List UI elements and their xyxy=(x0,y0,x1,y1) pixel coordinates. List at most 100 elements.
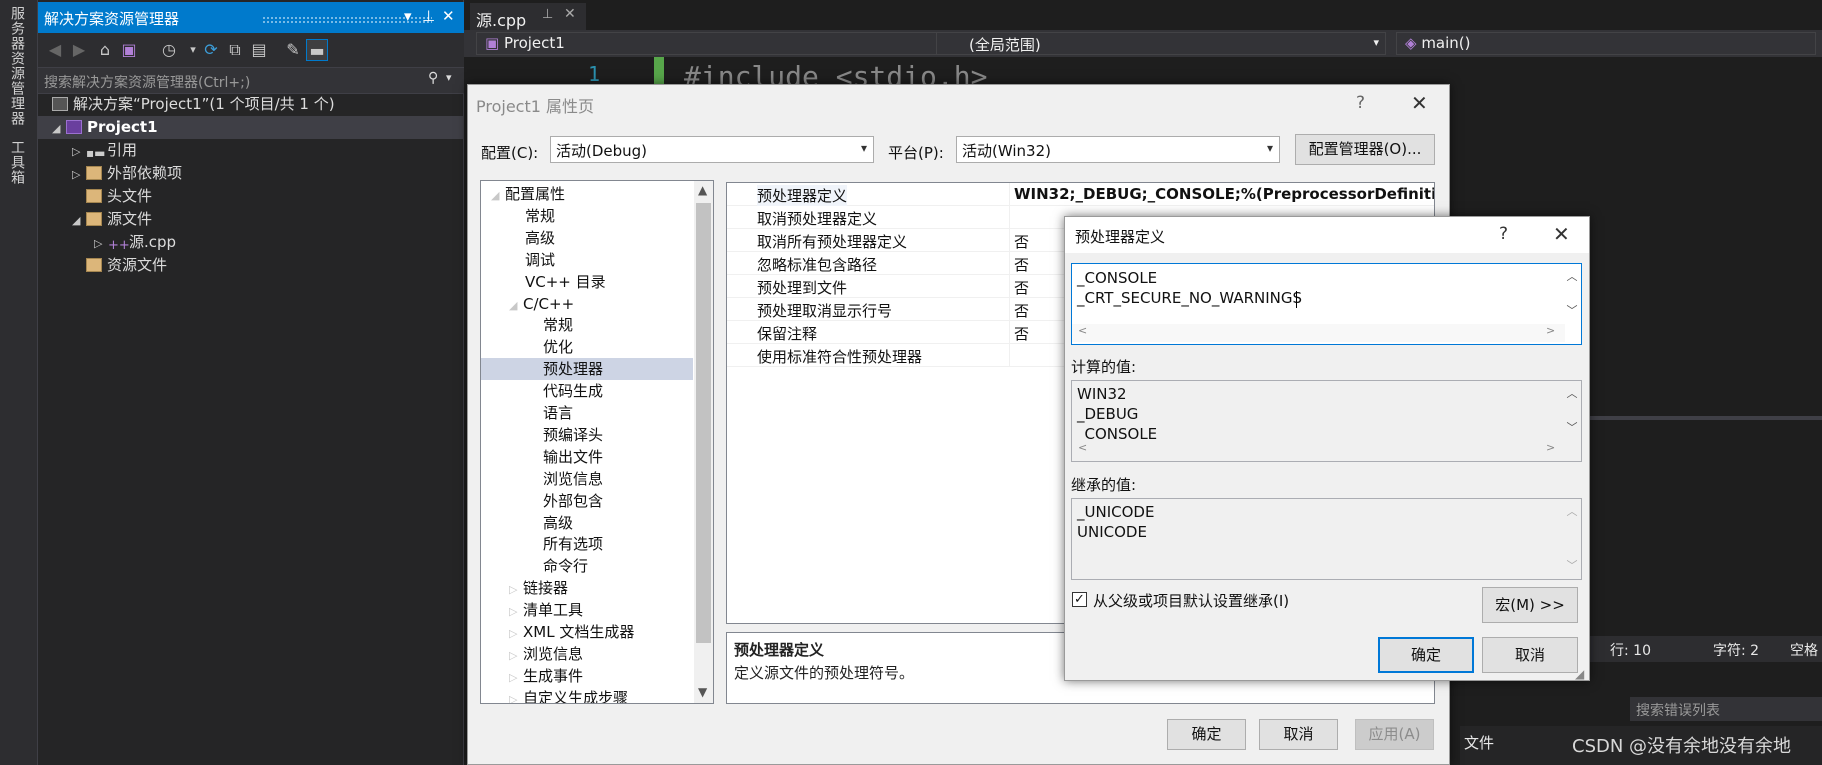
collapse-triangle-icon[interactable]: ◢ xyxy=(491,185,505,207)
close-icon[interactable]: ✕ xyxy=(564,6,576,22)
config-combo[interactable]: 活动(Debug) ▾ xyxy=(550,136,874,163)
macros-button[interactable]: 宏(M) >> xyxy=(1482,587,1578,623)
tree-item-references[interactable]: ▷ ▪▬ 引用 xyxy=(72,139,137,162)
tree-item[interactable]: 浏览信息 xyxy=(481,468,693,490)
config-manager-button[interactable]: 配置管理器(O)... xyxy=(1295,134,1435,165)
expand-triangle-icon[interactable]: ▷ xyxy=(509,601,523,623)
pin-icon[interactable]: ⊥ xyxy=(422,7,435,25)
tree-item[interactable]: 优化 xyxy=(481,336,693,358)
scroll-thumb[interactable] xyxy=(696,203,711,643)
cancel-button[interactable]: 取消 xyxy=(1259,719,1338,750)
edit-vscroll[interactable]: ︿ ﹀ xyxy=(1563,264,1581,324)
editor-tab-source-cpp[interactable]: 源.cpp ⊥ ✕ xyxy=(470,3,586,30)
search-icon[interactable]: ⚲ xyxy=(428,70,438,86)
tree-item-solution[interactable]: 解决方案“Project1”(1 个项目/共 1 个) xyxy=(52,93,335,116)
refresh-icon[interactable]: ⟳ xyxy=(200,39,222,61)
tree-scrollbar[interactable]: ▲ ▼ xyxy=(694,181,713,703)
computed-vscroll[interactable]: ︿ ﹀ xyxy=(1563,381,1581,441)
expand-triangle-icon[interactable]: ▷ xyxy=(509,623,523,645)
expand-triangle-icon[interactable]: ▷ xyxy=(94,232,108,255)
tree-item-project[interactable]: ◢ Project1 xyxy=(38,116,464,139)
tree-item[interactable]: 输出文件 xyxy=(481,446,693,468)
tree-item-external-deps[interactable]: ▷ 外部依赖项 xyxy=(72,162,182,185)
ok-button[interactable]: 确定 xyxy=(1167,719,1246,750)
tree-item[interactable]: 高级 xyxy=(481,512,693,534)
expand-triangle-icon[interactable]: ▷ xyxy=(72,163,86,186)
tree-item[interactable]: 常规 xyxy=(481,314,693,336)
tree-item[interactable]: ▷ 生成事件 xyxy=(481,665,693,687)
scroll-up-icon[interactable]: ▲ xyxy=(698,183,707,197)
tree-item-source-cpp[interactable]: ▷ ++源.cpp xyxy=(94,231,176,254)
scroll-down-icon[interactable]: ▼ xyxy=(698,685,707,699)
properties-wrench-icon[interactable]: ✎ xyxy=(282,39,304,61)
server-explorer-tab[interactable]: 服务器资源管理器 xyxy=(7,6,27,126)
tree-item-resource-files[interactable]: 资源文件 xyxy=(86,254,167,277)
pin-icon[interactable]: ⊥ xyxy=(542,7,553,22)
expand-triangle-icon[interactable]: ▷ xyxy=(509,645,523,667)
property-value[interactable]: 否 xyxy=(1014,300,1029,321)
cancel-button[interactable]: 取消 xyxy=(1482,637,1578,673)
edit-hscroll[interactable]: < > xyxy=(1072,324,1565,342)
tree-item[interactable]: ▷ 清单工具 xyxy=(481,599,693,621)
inherit-checkbox-label[interactable]: 从父级或项目默认设置继承(I) xyxy=(1093,590,1289,611)
project-combo[interactable]: ▣ Project1 xyxy=(476,32,946,55)
member-combo[interactable]: ◈ main() xyxy=(1396,32,1816,55)
tree-item[interactable]: 外部包含 xyxy=(481,490,693,512)
tree-item[interactable]: ▷ 浏览信息 xyxy=(481,643,693,665)
property-value[interactable]: 否 xyxy=(1014,254,1029,275)
tree-item[interactable]: ▷ 自定义生成步骤 xyxy=(481,687,693,703)
expand-triangle-icon[interactable]: ▷ xyxy=(72,140,86,163)
history-icon[interactable]: ◷ xyxy=(158,39,180,61)
tree-item[interactable]: 常规 xyxy=(481,205,693,227)
tree-item[interactable]: VC++ 目录 xyxy=(481,271,693,293)
solution-explorer-search-input[interactable]: 搜索解决方案资源管理器(Ctrl+;) ⚲ ▾ xyxy=(38,67,464,94)
tree-item[interactable]: ◢ C/C++ xyxy=(481,293,693,315)
definitions-edit-box[interactable]: _CONSOLE _CRT_SECURE_NO_WARNINGS ︿ ﹀ < > xyxy=(1071,263,1582,345)
property-value[interactable]: 否 xyxy=(1014,231,1029,252)
tree-item[interactable]: 预处理器 xyxy=(481,358,693,381)
platform-combo[interactable]: 活动(Win32) ▾ xyxy=(956,136,1280,163)
tree-item[interactable]: 语言 xyxy=(481,402,693,424)
close-icon[interactable]: ✕ xyxy=(442,7,455,25)
help-icon[interactable]: ? xyxy=(1356,93,1365,113)
dropdown-icon[interactable]: ▾ xyxy=(404,7,412,25)
tree-item[interactable]: 代码生成 xyxy=(481,380,693,402)
ok-button[interactable]: 确定 xyxy=(1378,637,1474,673)
back-icon[interactable]: ◀ xyxy=(44,39,66,61)
toolbox-tab[interactable]: 工具箱 xyxy=(7,140,27,185)
collapse-all-icon[interactable]: ⧉ xyxy=(224,39,246,61)
inherited-vscroll[interactable]: ︿ ﹀ xyxy=(1563,499,1581,579)
search-options-icon[interactable]: ▾ xyxy=(446,71,452,84)
show-all-files-icon[interactable]: ▤ xyxy=(248,39,270,61)
close-icon[interactable]: ✕ xyxy=(1553,222,1570,246)
computed-hscroll[interactable]: < > xyxy=(1072,441,1565,459)
tree-item[interactable]: 预编译头 xyxy=(481,424,693,446)
preview-icon[interactable]: ▬ xyxy=(306,39,328,61)
tree-item-header-files[interactable]: 头文件 xyxy=(86,185,152,208)
error-column-file[interactable]: 文件 xyxy=(1464,732,1494,753)
property-row[interactable]: 预处理器定义 WIN32;_DEBUG;_CONSOLE;%(Preprocess… xyxy=(727,183,1434,206)
switch-views-icon[interactable]: ▣ xyxy=(118,39,140,61)
home-icon[interactable]: ⌂ xyxy=(94,39,116,61)
tree-item[interactable]: 所有选项 xyxy=(481,533,693,555)
collapse-triangle-icon[interactable]: ◢ xyxy=(509,295,523,317)
tree-item[interactable]: 高级 xyxy=(481,227,693,249)
collapse-triangle-icon[interactable]: ◢ xyxy=(52,117,66,140)
close-icon[interactable]: ✕ xyxy=(1411,91,1428,115)
collapse-triangle-icon[interactable]: ◢ xyxy=(72,209,86,232)
tree-item[interactable]: 命令行 xyxy=(481,555,693,577)
property-value[interactable]: WIN32;_DEBUG;_CONSOLE;%(PreprocessorDefi… xyxy=(1014,185,1434,203)
help-icon[interactable]: ? xyxy=(1499,224,1508,244)
error-list-search-input[interactable]: 搜索错误列表 xyxy=(1630,697,1822,721)
forward-icon[interactable]: ▶ xyxy=(68,39,90,61)
expand-triangle-icon[interactable]: ▷ xyxy=(509,667,523,689)
property-value[interactable]: 否 xyxy=(1014,277,1029,298)
tree-item[interactable]: 调试 xyxy=(481,249,693,271)
tree-item[interactable]: ◢ 配置属性 xyxy=(481,183,693,205)
expand-triangle-icon[interactable]: ▷ xyxy=(509,579,523,601)
expand-triangle-icon[interactable]: ▷ xyxy=(509,689,523,703)
scope-combo[interactable]: (全局范围) ▾ xyxy=(936,32,1386,55)
tree-item-source-files[interactable]: ◢ 源文件 xyxy=(72,208,152,231)
property-value[interactable]: 否 xyxy=(1014,323,1029,344)
inherit-checkbox[interactable]: ✓ xyxy=(1072,592,1087,607)
